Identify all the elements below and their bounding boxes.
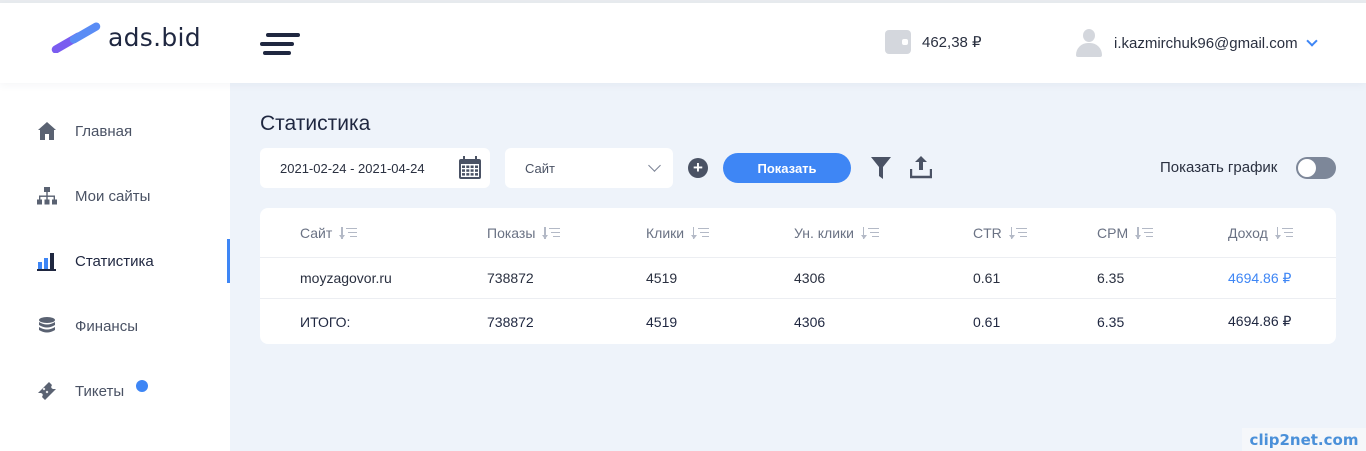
export-icon[interactable]	[910, 155, 932, 179]
sort-icon	[691, 226, 710, 239]
page-title: Статистика	[260, 112, 371, 135]
cell-unique-clicks: 4306	[794, 270, 826, 286]
date-range-input[interactable]: 2021-02-24 - 2021-04-24	[260, 148, 490, 188]
wallet-icon	[885, 30, 911, 54]
sidebar-item-label: Статистика	[75, 252, 154, 270]
sidebar-item-label: Главная	[75, 122, 133, 140]
column-header-site[interactable]: Сайт	[300, 208, 358, 257]
toggle-knob	[1298, 159, 1316, 177]
add-filter-button[interactable]: +	[688, 158, 708, 178]
chart-toggle-label: Показать график	[1160, 159, 1278, 176]
date-range-value: 2021-02-24 - 2021-04-24	[280, 160, 425, 176]
cell-ctr: 0.61	[973, 270, 1001, 286]
menu-toggle-button[interactable]	[260, 31, 300, 57]
sidebar-item-home[interactable]: Главная	[0, 109, 230, 153]
column-header-ctr[interactable]: CTR	[973, 208, 1027, 257]
total-label: ИТОГО:	[300, 313, 351, 330]
sidebar-item-finance[interactable]: Финансы	[0, 304, 230, 348]
column-header-unique-clicks[interactable]: Ун. клики	[794, 208, 879, 257]
cell-site: moyzagovor.ru	[300, 270, 392, 286]
site-select-value: Сайт	[525, 160, 555, 176]
sidebar-item-tickets[interactable]: Тикеты	[0, 369, 230, 413]
cell-cpm: 6.35	[1097, 270, 1125, 286]
sidebar: Главная Мои сайты Статистика Финансы Тик…	[0, 83, 230, 451]
chevron-down-icon	[648, 159, 661, 172]
sidebar-item-statistics[interactable]: Статистика	[0, 239, 230, 283]
logo-mark-icon	[51, 22, 101, 53]
user-email: i.kazmirchuk96@gmail.com	[1114, 34, 1298, 52]
calendar-icon[interactable]	[458, 156, 482, 180]
sidebar-item-label: Финансы	[75, 317, 138, 335]
sort-icon	[542, 226, 561, 239]
user-menu[interactable]: i.kazmirchuk96@gmail.com	[1076, 29, 1318, 57]
coins-icon	[39, 317, 55, 333]
sidebar-item-label: Тикеты	[75, 382, 125, 400]
chevron-down-icon[interactable]	[1305, 35, 1318, 47]
sidebar-item-label: Мои сайты	[75, 187, 151, 205]
user-avatar-icon	[1076, 29, 1102, 57]
show-button[interactable]: Показать	[723, 153, 851, 183]
total-ctr: 0.61	[973, 313, 1001, 330]
header: ads.bid 462,38 ₽ i.kazmirchuk96@gmail.co…	[0, 3, 1366, 83]
site-select[interactable]: Сайт	[505, 148, 673, 188]
cell-impressions: 738872	[487, 270, 534, 286]
cell-income: 4694.86 ₽	[1228, 269, 1292, 286]
statistics-table: Сайт Показы Клики Ун. клики CTR CPM Дохо…	[260, 208, 1336, 344]
watermark: clip2net.com	[1242, 428, 1366, 451]
home-icon	[38, 122, 56, 140]
cell-clicks: 4519	[646, 270, 678, 286]
bar-chart-icon	[37, 253, 56, 271]
total-income: 4694.86 ₽	[1228, 313, 1292, 329]
column-header-cpm[interactable]: CPM	[1097, 208, 1154, 257]
sidebar-item-my-sites[interactable]: Мои сайты	[0, 174, 230, 218]
chart-toggle-switch[interactable]	[1296, 157, 1336, 179]
column-header-income[interactable]: Доход	[1228, 208, 1293, 257]
sort-icon	[1274, 226, 1293, 239]
total-clicks: 4519	[646, 313, 678, 330]
total-impressions: 738872	[487, 313, 534, 330]
table-row: moyzagovor.ru 738872 4519 4306 0.61 6.35…	[260, 258, 1336, 299]
balance-widget[interactable]: 462,38 ₽	[885, 30, 982, 54]
sitemap-icon	[37, 187, 57, 205]
table-total-row: ИТОГО: 738872 4519 4306 0.61 6.35 4694.8…	[260, 299, 1336, 344]
sort-icon	[1008, 226, 1027, 239]
logo[interactable]: ads.bid	[48, 17, 201, 53]
total-unique-clicks: 4306	[794, 313, 826, 330]
sort-icon	[339, 226, 358, 239]
ticket-icon	[38, 382, 56, 400]
sort-icon	[861, 226, 879, 239]
table-header-row: Сайт Показы Клики Ун. клики CTR CPM Дохо…	[260, 208, 1336, 258]
notification-dot	[136, 380, 148, 392]
logo-text: ads.bid	[108, 23, 201, 52]
sort-icon	[1135, 226, 1154, 239]
column-header-clicks[interactable]: Клики	[646, 208, 710, 257]
column-header-impressions[interactable]: Показы	[487, 208, 561, 257]
filter-icon[interactable]	[871, 157, 891, 179]
main-content: Статистика 2021-02-24 - 2021-04-24 Сайт …	[230, 83, 1366, 451]
total-cpm: 6.35	[1097, 313, 1125, 330]
balance-value: 462,38 ₽	[922, 34, 982, 51]
